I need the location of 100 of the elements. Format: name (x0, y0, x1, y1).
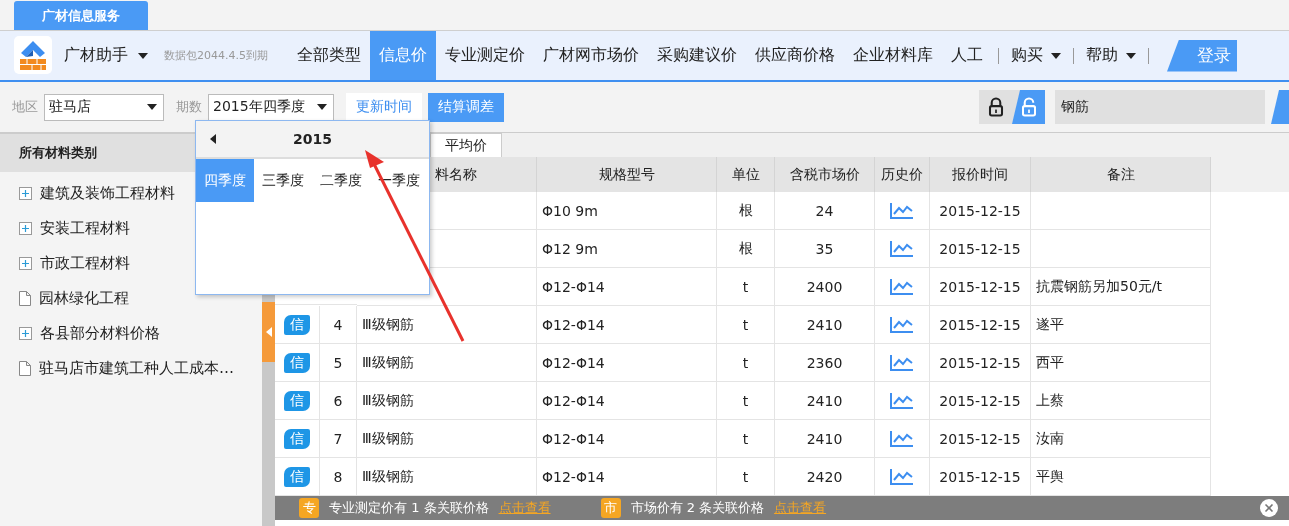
expand-icon[interactable] (19, 327, 32, 340)
collapse-handle[interactable] (262, 302, 275, 362)
table-cell: 汝南 (1036, 429, 1064, 448)
caret-icon (147, 104, 157, 110)
caret-icon (138, 52, 148, 59)
table-cell: t (742, 430, 749, 447)
table-cell: 2400 (806, 278, 843, 295)
table-cell: Φ12-Φ14 (542, 278, 605, 295)
nav-tab[interactable]: 企业材料库 (844, 31, 942, 80)
table-tab[interactable]: 平均价 (430, 133, 502, 158)
info-badge: 信 (284, 314, 310, 335)
table-cell: t (742, 278, 749, 295)
line-chart-icon[interactable] (890, 202, 914, 220)
line-chart-icon[interactable] (890, 240, 914, 258)
category-item[interactable]: 驻马店市建筑工种人工成本… (39, 359, 234, 378)
column-header: 报价时间 (930, 157, 1031, 193)
action-button[interactable]: 更新时间 (346, 92, 422, 122)
category-item[interactable]: 各县部分材料价格 (40, 324, 160, 343)
period-dropdown[interactable]: 2015年四季度 (208, 93, 334, 121)
table-cell: t (742, 392, 749, 409)
category-badge: 市 (600, 498, 621, 519)
line-chart-icon[interactable] (890, 392, 914, 410)
status-text: 专业测定价有 1 条关联价格 (329, 499, 489, 518)
region-dropdown[interactable]: 驻马店 (44, 93, 164, 121)
caret-icon (1051, 52, 1061, 59)
table-cell: t (742, 468, 749, 485)
table-cell: 2015-12-15 (939, 468, 1021, 485)
category-item[interactable]: 安装工程材料 (40, 219, 130, 238)
table-cell: 2410 (806, 316, 843, 333)
field-label: 期数 (176, 98, 202, 116)
table-cell: t (742, 354, 749, 371)
table-cell: 2015-12-15 (939, 430, 1021, 447)
column-header: 含税市场价 (775, 157, 875, 193)
line-chart-icon[interactable] (890, 316, 914, 334)
category-item[interactable]: 建筑及装饰工程材料 (40, 184, 175, 203)
table-cell: Φ12-Φ14 (542, 354, 605, 371)
line-chart-icon[interactable] (890, 278, 914, 296)
table-cell: Φ12-Φ14 (542, 468, 605, 485)
column-header: 备注 (1031, 157, 1211, 193)
row-number: 4 (333, 316, 343, 333)
row-number: 5 (333, 354, 343, 371)
expiry-text: 数据包2044.4.5到期 (164, 48, 268, 63)
document-icon (19, 361, 31, 376)
table-cell: 35 (815, 240, 834, 257)
search-button[interactable] (1271, 90, 1289, 124)
table-cell: 24 (815, 202, 834, 219)
column-header: 单位 (717, 157, 775, 193)
app-menu[interactable]: 广材助手 (64, 31, 148, 80)
table-cell: 2015-12-15 (939, 392, 1021, 409)
category-item[interactable]: 园林绿化工程 (39, 289, 129, 308)
line-chart-icon[interactable] (890, 468, 914, 486)
table-cell: 上蔡 (1036, 391, 1064, 410)
close-icon[interactable] (1259, 498, 1279, 519)
caret-icon (1126, 52, 1136, 59)
table-cell: 2015-12-15 (939, 202, 1021, 219)
table-cell: 抗震钢筋另加50元/t (1036, 277, 1163, 296)
table-cell: 2420 (806, 468, 843, 485)
line-chart-icon[interactable] (890, 354, 914, 372)
nav-tab[interactable]: 供应商价格 (746, 31, 844, 80)
category-item[interactable]: 市政工程材料 (40, 254, 130, 273)
row-number: 6 (333, 392, 343, 409)
table-cell: Ⅲ级钢筋 (362, 315, 414, 334)
table-cell: 2015-12-15 (939, 278, 1021, 295)
year-label: 2015 (293, 131, 332, 147)
menu-button[interactable]: 购买 (1005, 31, 1067, 80)
search-field[interactable]: 钢筋 (1055, 90, 1265, 124)
table-cell: Φ12 9m (542, 240, 598, 257)
expand-icon[interactable] (19, 257, 32, 270)
nav-tab[interactable]: 广材网市场价 (534, 31, 648, 80)
info-badge: 信 (284, 390, 310, 411)
logo-icon (14, 36, 52, 74)
nav-tab[interactable]: 采购建议价 (648, 31, 746, 80)
table-cell: Ⅲ级钢筋 (362, 353, 414, 372)
category-badge: 专 (299, 498, 319, 519)
nav-tab[interactable]: 全部类型 (288, 31, 370, 80)
table-cell: Φ12-Φ14 (542, 316, 605, 333)
expand-icon[interactable] (19, 222, 32, 235)
table-cell: Ⅲ级钢筋 (362, 429, 414, 448)
table-cell: 2360 (806, 354, 843, 371)
table-cell: Φ10 9m (542, 202, 598, 219)
table-cell: 2410 (806, 430, 843, 447)
row-number: 7 (333, 430, 343, 447)
info-badge: 信 (284, 352, 310, 373)
table-cell: Ⅲ级钢筋 (362, 391, 414, 410)
field-label: 地区 (12, 98, 38, 116)
column-header: 历史价 (875, 157, 930, 193)
table-cell: 2015-12-15 (939, 316, 1021, 333)
line-chart-icon[interactable] (890, 430, 914, 448)
expand-icon[interactable] (19, 187, 32, 200)
info-badge: 信 (284, 466, 310, 487)
menu-button[interactable]: 帮助 (1080, 31, 1142, 80)
table-cell: 根 (738, 239, 753, 258)
table-cell: t (742, 316, 749, 333)
nav-tab[interactable]: 专业测定价 (436, 31, 534, 80)
caret-icon (317, 104, 327, 110)
document-icon (19, 291, 31, 306)
info-badge: 信 (284, 428, 310, 449)
nav-tab[interactable]: 人工 (942, 31, 992, 80)
previous-year-icon[interactable] (210, 134, 216, 144)
table-cell: 2015-12-15 (939, 354, 1021, 371)
